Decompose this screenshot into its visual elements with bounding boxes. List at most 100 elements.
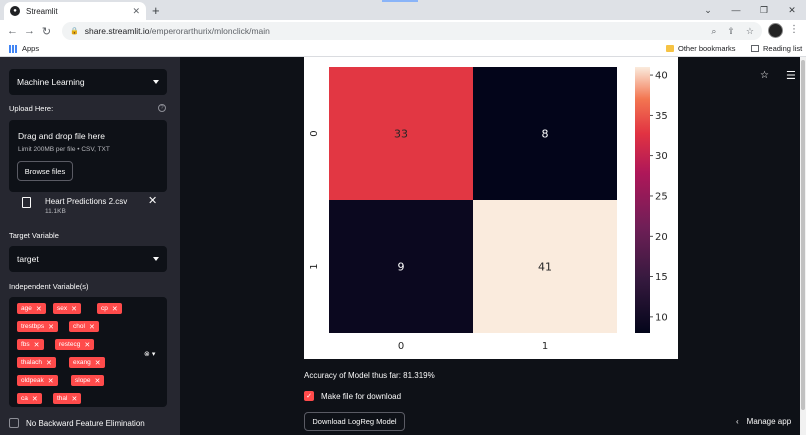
apps-grid-icon: [9, 44, 17, 53]
mode-select-value: Machine Learning: [17, 77, 85, 87]
chip-sex: sex ✕: [53, 303, 81, 314]
chip-remove-icon[interactable]: ✕: [95, 359, 101, 367]
restore-icon[interactable]: ❐: [750, 5, 778, 16]
window-controls: ⌄ — ❐ ✕: [694, 0, 806, 20]
tab-strip-accent: [382, 0, 418, 2]
heatmap-chart: 33 89 410 101 10152025303540: [309, 67, 668, 352]
download-model-button[interactable]: Download LogReg Model: [304, 412, 405, 431]
colorbar: [635, 67, 650, 333]
page-scrollbar[interactable]: [800, 57, 806, 435]
y-tick-label: 0: [309, 130, 320, 136]
make-file-label: Make file for download: [321, 391, 402, 401]
chip-remove-icon[interactable]: ✕: [46, 359, 52, 367]
y-tick-label: 1: [309, 263, 320, 269]
chip-restecg: restecg ✕: [55, 339, 95, 350]
help-icon[interactable]: ?: [158, 104, 166, 112]
chip-remove-icon[interactable]: ✕: [36, 305, 42, 313]
apps-bookmark[interactable]: Apps: [9, 44, 39, 53]
file-dropzone[interactable]: Drag and drop file here Limit 200MB per …: [9, 120, 167, 192]
sidebar: Machine Learning Upload Here: ? Drag and…: [0, 57, 180, 435]
make-file-checkbox[interactable]: ✓: [304, 391, 314, 401]
chip-remove-icon[interactable]: ✕: [71, 305, 77, 313]
chip-thalach: thalach ✕: [17, 357, 56, 368]
multiselect-controls[interactable]: ⊗ ▾: [144, 350, 155, 358]
make-file-checkbox-row[interactable]: ✓ Make file for download: [304, 391, 401, 401]
reload-icon[interactable]: ↻: [38, 25, 55, 38]
chip-label: thal: [57, 395, 68, 402]
chip-cp: cp ✕: [97, 303, 122, 314]
star-icon[interactable]: ☆: [760, 70, 769, 81]
folder-icon: [666, 45, 674, 52]
new-tab-button[interactable]: +: [152, 3, 160, 18]
cell-value-label: 33: [394, 128, 408, 141]
chip-label: restecg: [59, 341, 81, 348]
streamlit-favicon-icon: ●: [10, 6, 20, 16]
chip-label: trestbps: [21, 323, 45, 330]
chip-label: age: [21, 305, 32, 312]
hamburger-menu-icon[interactable]: ☰: [786, 69, 796, 82]
profile-avatar[interactable]: [768, 23, 783, 38]
remove-file-icon[interactable]: ✕: [148, 194, 157, 207]
chip-remove-icon[interactable]: ✕: [48, 377, 54, 385]
chip-remove-icon[interactable]: ✕: [112, 305, 118, 313]
no-bfe-checkbox-row[interactable]: No Backward Feature Elimination: [9, 418, 145, 428]
browser-tab[interactable]: ● Streamlit ✕: [4, 2, 146, 20]
manage-app-button[interactable]: ‹ Manage app: [736, 417, 791, 426]
chip-remove-icon[interactable]: ✕: [95, 377, 101, 385]
colorbar-tick-label: 25: [655, 191, 668, 202]
confusion-matrix-figure: 33 8 9 41 0 1 0 1 10 15 20 25 30 35 40: [304, 57, 678, 359]
share-icon[interactable]: ⇪: [727, 26, 735, 37]
other-bookmarks[interactable]: Other bookmarks: [666, 44, 736, 53]
cell-value-label: 9: [398, 261, 405, 274]
accuracy-text: Accuracy of Model thus far: 81.319%: [304, 371, 435, 380]
apps-label: Apps: [22, 44, 40, 53]
colorbar-tick-label: 40: [655, 71, 668, 82]
file-size: 11.1KB: [45, 208, 66, 215]
caret-down-icon[interactable]: ▾: [152, 351, 156, 358]
url-domain: share.streamlit.io: [84, 26, 150, 36]
chip-remove-icon[interactable]: ✕: [84, 341, 90, 349]
reading-list[interactable]: Reading list: [751, 44, 802, 53]
back-icon[interactable]: ←: [4, 25, 21, 37]
chevron-down-icon[interactable]: ⌄: [694, 5, 722, 16]
chip-remove-icon[interactable]: ✕: [34, 341, 40, 349]
browse-files-button[interactable]: Browse files: [17, 161, 73, 181]
zoom-icon[interactable]: ⌕: [711, 26, 716, 37]
minimize-icon[interactable]: —: [722, 5, 750, 15]
close-window-icon[interactable]: ✕: [778, 5, 806, 16]
chip-label: thalach: [21, 359, 42, 366]
address-bar[interactable]: 🔒 share.streamlit.io/emperorarthurix/mlo…: [62, 22, 762, 40]
chip-remove-icon[interactable]: ✕: [48, 323, 54, 331]
file-name: Heart Predictions 2.csv: [45, 197, 128, 206]
chip-oldpeak: oldpeak ✕: [17, 375, 58, 386]
chip-label: fbs: [21, 341, 30, 348]
chip-label: sex: [57, 305, 68, 312]
chip-remove-icon[interactable]: ✕: [89, 323, 95, 331]
chip-label: slope: [75, 377, 91, 384]
no-bfe-checkbox[interactable]: [9, 418, 19, 428]
mode-select[interactable]: Machine Learning: [9, 69, 167, 95]
browser-menu-icon[interactable]: ⋮: [789, 24, 799, 35]
clear-all-icon[interactable]: ⊗: [144, 351, 150, 358]
url-path: /emperorarthurix/mlonclick/main: [149, 26, 270, 36]
chip-slope: slope ✕: [71, 375, 105, 386]
chip-trestbps: trestbps ✕: [17, 321, 58, 332]
chip-label: exang: [73, 359, 91, 366]
independent-multiselect[interactable]: age ✕ sex ✕ cp ✕ trestbps ✕ chol ✕ fbs ✕ reste…: [9, 297, 167, 407]
chip-chol: chol ✕: [69, 321, 99, 332]
chip-remove-icon[interactable]: ✕: [71, 395, 77, 403]
chip-remove-icon[interactable]: ✕: [32, 395, 38, 403]
uploaded-file: Heart Predictions 2.csv 11.1KB ✕: [9, 193, 167, 223]
target-select[interactable]: target: [9, 246, 167, 272]
tab-close-icon[interactable]: ✕: [132, 6, 140, 17]
caret-down-icon: [153, 80, 159, 84]
no-bfe-label: No Backward Feature Elimination: [26, 418, 145, 428]
scrollbar-thumb[interactable]: [801, 60, 805, 410]
reading-list-label: Reading list: [763, 44, 803, 53]
chip-thal: thal ✕: [53, 393, 82, 404]
chip-label: oldpeak: [21, 377, 44, 384]
other-bookmarks-label: Other bookmarks: [678, 44, 736, 53]
forward-icon[interactable]: →: [21, 25, 38, 37]
bookmark-star-icon[interactable]: ☆: [746, 26, 754, 37]
chip-label: ca: [21, 395, 28, 402]
